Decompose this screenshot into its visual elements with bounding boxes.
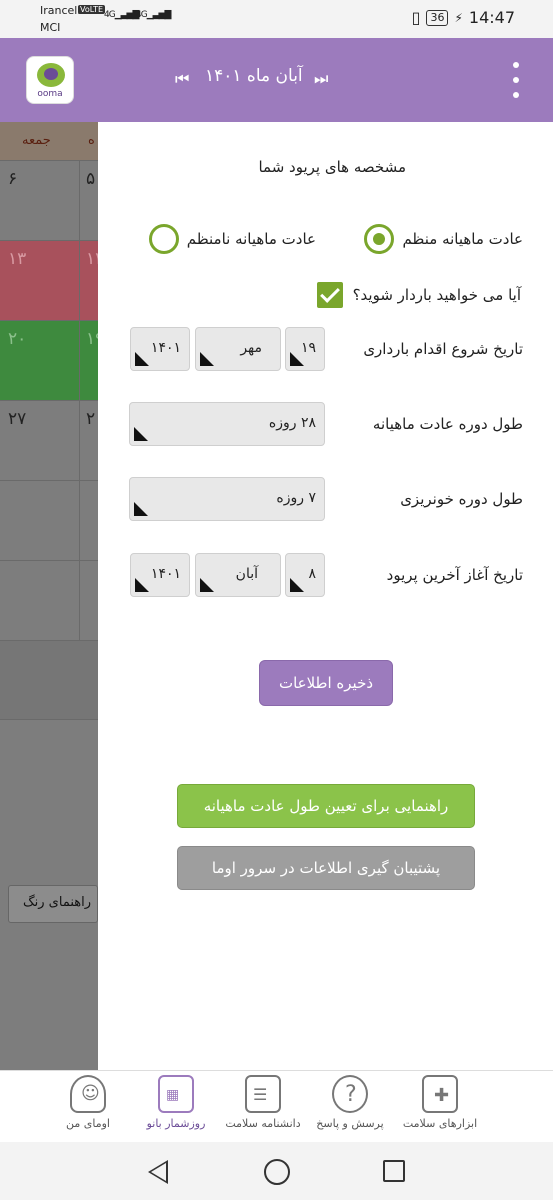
carrier-name-2: MCI xyxy=(40,21,61,34)
nav-label: پرسش و پاسخ xyxy=(316,1117,384,1130)
recent-apps-icon[interactable] xyxy=(383,1160,405,1182)
radio-regular-option[interactable]: عادت ماهیانه منظم xyxy=(364,224,523,254)
month-title: آبان ماه ۱۴۰۱ xyxy=(205,66,303,86)
calendar-row: ۲۷ ۲ xyxy=(0,400,98,480)
calendar-row xyxy=(0,480,98,560)
overflow-menu-icon[interactable] xyxy=(508,62,524,98)
dropdown-icon xyxy=(200,578,214,592)
app-bar: ooma ⏮ آبان ماه ۱۴۰۱ ⏭ xyxy=(0,38,553,122)
bleeding-length-select[interactable]: ۷ روزه xyxy=(129,477,325,521)
first-aid-kit-icon: ✚ xyxy=(422,1075,458,1113)
nav-encyclopedia[interactable]: ☰ دانشنامه سلامت xyxy=(213,1075,313,1130)
next-month-icon[interactable]: ⏭ xyxy=(314,69,328,89)
dropdown-icon xyxy=(135,352,149,366)
bottom-navigation: ✚ ابزارهای سلامت ? پرسش و پاسخ ☰ دانشنام… xyxy=(0,1070,553,1142)
app-logo[interactable]: ooma xyxy=(26,56,74,104)
radio-irregular-option[interactable]: عادت ماهیانه نامنظم xyxy=(148,224,316,254)
nav-health-tools[interactable]: ✚ ابزارهای سلامت xyxy=(390,1075,490,1130)
nav-my-ooma[interactable]: ☺ اومای من xyxy=(38,1075,138,1130)
volte-badge: VoLTE xyxy=(78,5,106,14)
cycle-length-label: طول دوره عادت ماهیانه xyxy=(372,415,523,433)
radio-regular[interactable] xyxy=(364,224,395,254)
calendar-icon: ▦ xyxy=(158,1075,194,1113)
last-period-year[interactable]: ۱۴۰۱ xyxy=(130,553,190,597)
radio-irregular-label: عادت ماهیانه نامنظم xyxy=(186,230,316,248)
bleeding-length-label: طول دوره خونریزی xyxy=(400,490,523,508)
radio-irregular[interactable] xyxy=(148,224,179,254)
calendar-row xyxy=(0,560,98,640)
calendar-row: ۲۰ ۱۹ xyxy=(0,320,104,400)
calendar-day[interactable]: ۲ xyxy=(86,409,95,429)
back-icon[interactable] xyxy=(148,1160,168,1184)
cycle-length-select[interactable]: ۲۸ روزه xyxy=(129,402,325,446)
weekday-friday: جمعه xyxy=(22,133,51,148)
system-navigation xyxy=(0,1142,553,1200)
dropdown-icon xyxy=(200,352,214,366)
dropdown-icon xyxy=(134,427,148,441)
calendar-day[interactable]: ۶ xyxy=(8,169,17,189)
calendar-background: جمعه ه ۶ ۵ ۱۳ ۱۲ ۲۰ ۱۹ ۲۷ ۲ xyxy=(0,122,104,1070)
pregnancy-start-month[interactable]: مهر xyxy=(195,327,281,371)
dropdown-icon xyxy=(290,578,304,592)
calendar-day[interactable]: ۲۰ xyxy=(8,329,26,349)
pregnancy-start-day[interactable]: ۱۹ xyxy=(285,327,325,371)
panel-title: مشخصه های پریود شما xyxy=(258,158,406,176)
calendar-row xyxy=(0,640,98,720)
calendar-row: ۶ ۵ xyxy=(0,160,98,240)
dropdown-icon xyxy=(290,352,304,366)
backup-button[interactable]: پشتیبان گیری اطلاعات در سرور اوما xyxy=(177,846,475,890)
vibrate-icon: ▯ xyxy=(411,8,421,27)
period-settings-panel: مشخصه های پریود شما عادت ماهیانه منظم عا… xyxy=(98,122,553,1070)
last-period-day[interactable]: ۸ xyxy=(285,553,325,597)
status-right: ▯ 36 ⚡ 14:47 xyxy=(412,8,515,27)
pregnancy-start-label: تاریخ شروع اقدام بارداری xyxy=(363,340,523,358)
radio-regular-label: عادت ماهیانه منظم xyxy=(402,230,523,248)
save-button[interactable]: ذخیره اطلاعات xyxy=(259,660,393,706)
pregnancy-question: آیا می خواهید باردار شوید؟ xyxy=(352,286,521,304)
carrier-name-1: Irancell xyxy=(40,4,81,17)
calendar-day[interactable]: ۲۷ xyxy=(8,409,26,429)
calendar-day[interactable]: ۵ xyxy=(86,169,95,189)
pregnancy-option[interactable]: آیا می خواهید باردار شوید؟ xyxy=(316,282,521,308)
signal-icon-2: 4G▁▃▅▇ xyxy=(136,10,171,20)
battery-icon: 36 xyxy=(426,9,449,26)
calendar-row: ۱۳ ۱۲ xyxy=(0,240,104,320)
question-icon: ? xyxy=(332,1075,368,1113)
pregnancy-checkbox[interactable] xyxy=(316,282,343,308)
nav-label: دانشنامه سلامت xyxy=(225,1117,301,1130)
leaf-icon xyxy=(37,63,65,87)
pregnancy-start-year[interactable]: ۱۴۰۱ xyxy=(130,327,190,371)
profile-icon: ☺ xyxy=(70,1075,106,1113)
signal-icon-1: 4G▁▃▅▇ xyxy=(104,10,139,20)
status-bar: Irancell VoLTE MCI 4G▁▃▅▇ 4G▁▃▅▇ ▯ 36 ⚡ … xyxy=(0,0,553,38)
nav-questions[interactable]: ? پرسش و پاسخ xyxy=(300,1075,400,1130)
newspaper-icon: ☰ xyxy=(245,1075,281,1113)
color-guide-button[interactable]: راهنمای رنگ xyxy=(8,885,98,923)
logo-text: ooma xyxy=(37,89,63,99)
weekday-thursday: ه xyxy=(88,133,95,148)
clock: 14:47 xyxy=(468,8,515,27)
nav-label: اومای من xyxy=(66,1117,110,1130)
dropdown-icon xyxy=(134,502,148,516)
nav-calendar[interactable]: ▦ روزشمار بانو xyxy=(126,1075,226,1130)
cycle-guide-button[interactable]: راهنمایی برای تعیین طول عادت ماهیانه xyxy=(177,784,475,828)
nav-label: ابزارهای سلامت xyxy=(402,1117,478,1130)
last-period-month[interactable]: آبان xyxy=(195,553,281,597)
calendar-header: جمعه ه xyxy=(0,122,98,160)
calendar-day[interactable]: ۱۳ xyxy=(8,249,26,269)
dropdown-icon xyxy=(135,578,149,592)
home-icon[interactable] xyxy=(264,1159,290,1185)
nav-label: روزشمار بانو xyxy=(146,1117,206,1130)
last-period-label: تاریخ آغاز آخرین پریود xyxy=(386,566,523,584)
charging-icon: ⚡ xyxy=(454,10,463,25)
previous-month-icon[interactable]: ⏮ xyxy=(175,69,189,89)
